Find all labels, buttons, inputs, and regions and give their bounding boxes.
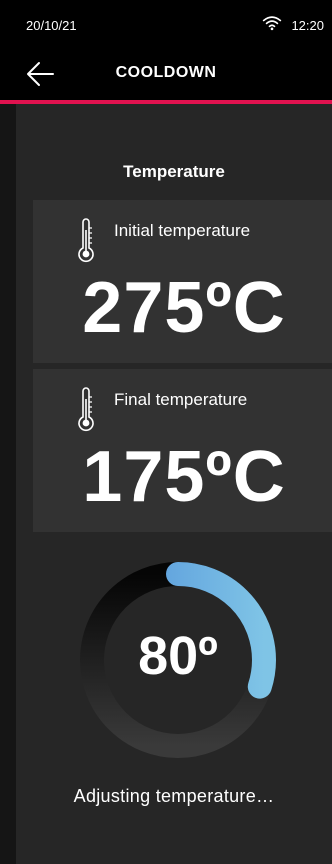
final-temperature-label: Final temperature xyxy=(114,390,248,409)
status-time: 12:20 xyxy=(291,18,324,33)
temperature-gauge: 80º xyxy=(80,562,276,758)
status-message: Adjusting temperature… xyxy=(73,786,275,806)
status-date: 20/10/21 xyxy=(26,18,77,33)
initial-temperature-card: Initial temperature 275ºC xyxy=(33,200,332,363)
status-bar: 20/10/21 12:20 xyxy=(0,0,332,50)
initial-temperature-label: Initial temperature xyxy=(114,221,251,240)
thermometer-icon xyxy=(78,387,94,432)
page-title: COOLDOWN xyxy=(115,64,217,81)
gauge-value: 80º xyxy=(138,626,218,686)
wifi-icon xyxy=(262,16,282,31)
thermometer-icon xyxy=(78,218,94,263)
main-content: Temperature Initial temperature 275ºC Fi… xyxy=(16,104,332,864)
app-bar: COOLDOWN xyxy=(0,50,332,100)
initial-temperature-value: 275ºC xyxy=(82,268,286,348)
section-title: Temperature xyxy=(123,162,225,181)
final-temperature-value: 175ºC xyxy=(82,437,286,517)
final-temperature-card: Final temperature 175ºC xyxy=(33,369,332,532)
